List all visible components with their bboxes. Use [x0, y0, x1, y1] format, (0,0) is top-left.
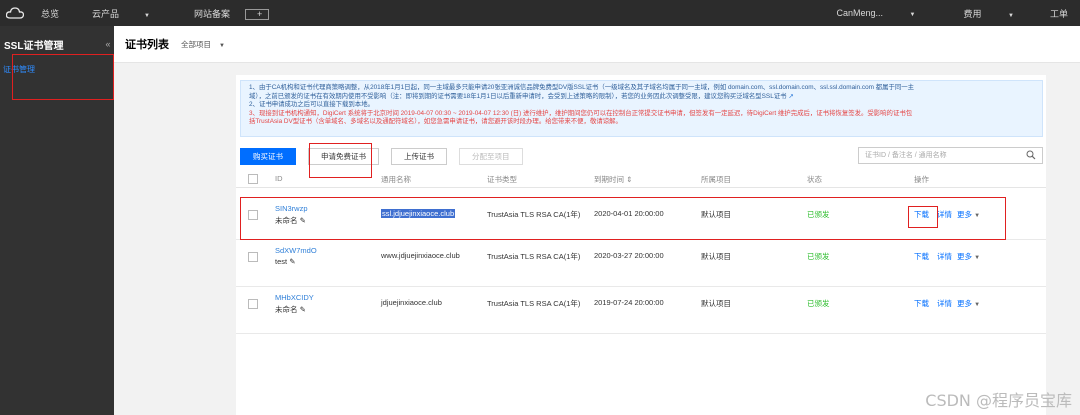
sort-icon: ⇕	[626, 175, 633, 184]
chevron-down-icon: ▼	[1008, 12, 1014, 19]
col-actions: 操作	[914, 175, 929, 184]
col-domain: 通用名称	[381, 175, 411, 184]
more-label: 更多	[957, 299, 972, 308]
row-checkbox[interactable]	[248, 252, 258, 262]
download-button[interactable]: 下载	[914, 251, 929, 262]
cert-id-link[interactable]: MHbXCIDY	[275, 293, 314, 302]
col-expire-label: 到期时间	[594, 175, 624, 184]
cert-type: TrustAsia TLS RSA CA(1年)	[487, 252, 581, 261]
notice-line-1: 1、由于CA机构和证书代理商策略调整，从2018年1月1日起，同一主域最多只能申…	[249, 84, 915, 91]
plus-icon[interactable]: +	[245, 8, 269, 20]
cert-note-text: test	[275, 257, 288, 266]
edit-icon[interactable]: ✎	[289, 257, 295, 266]
highlight-box-sidebar	[12, 54, 114, 100]
page-title: 证书列表	[125, 39, 169, 51]
col-id: ID	[275, 174, 283, 183]
buy-cert-button[interactable]: 购买证书	[240, 147, 296, 165]
billing-label: 费用	[963, 8, 982, 19]
notice-line-5: 括TrustAsia DV型证书（含单域名、多域名以及通配符域名），如您急需申请…	[249, 118, 622, 126]
cert-expire: 2020-03-27 20:00:00	[594, 251, 664, 260]
top-bar: 总览 云产品 ▼ 网站备案 + CanMeng... ▼ 费用 ▼ 工单	[0, 0, 1080, 26]
chevron-down-icon: ▼	[974, 255, 981, 261]
notice-line-2-text: 域），之前已颁发的证书在有效期内使用不受影响（注：即将到期的证书需要18年1月1…	[249, 92, 787, 100]
detail-button[interactable]: 详情	[937, 251, 952, 262]
col-expire[interactable]: 到期时间 ⇕	[594, 174, 632, 185]
highlight-box-download	[908, 206, 938, 228]
highlight-box-row	[240, 197, 1006, 240]
col-status: 状态	[807, 175, 822, 184]
status-badge: 已颁发	[807, 252, 830, 261]
more-label: 更多	[957, 252, 972, 261]
table-row: SdXW7mdO test ✎ www.jdjuejinxiaoce.club …	[236, 240, 1046, 287]
nav-icp-label: 网站备案	[193, 8, 230, 19]
select-all-checkbox[interactable]	[248, 174, 258, 184]
cert-project: 默认项目	[701, 299, 731, 308]
chevron-down-icon: ▼	[909, 12, 916, 18]
cert-panel: 1、由于CA机构和证书代理商策略调整，从2018年1月1日起，同一主域最多只能申…	[236, 75, 1046, 415]
search-input[interactable]: 证书ID / 备注名 / 通用名称	[858, 147, 1043, 164]
cert-expire: 2019-07-24 20:00:00	[594, 298, 664, 307]
chevron-down-icon: ▼	[144, 12, 150, 19]
cert-note[interactable]: test ✎	[275, 257, 295, 266]
download-button[interactable]: 下载	[914, 298, 929, 309]
external-link-icon[interactable]: ↗	[787, 93, 793, 100]
cert-note[interactable]: 未命名 ✎	[275, 304, 306, 315]
notice-box: 1、由于CA机构和证书代理商策略调整，从2018年1月1日起，同一主域最多只能申…	[240, 80, 1043, 137]
edit-icon[interactable]: ✎	[300, 305, 306, 314]
collapse-icon[interactable]: «	[102, 34, 114, 54]
project-select-label: 全部项目	[181, 39, 211, 49]
notice-line-2: 域），之前已颁发的证书在有效期内使用不受影响（注：即将到期的证书需要18年1月1…	[249, 93, 1034, 102]
status-badge: 已颁发	[807, 299, 830, 308]
cert-domain: www.jdjuejinxiaoce.club	[381, 251, 460, 260]
col-type: 证书类型	[487, 175, 517, 184]
nav-overview[interactable]: 总览	[30, 7, 70, 20]
nav-products[interactable]: 云产品 ▼	[70, 7, 172, 20]
search-icon[interactable]	[1026, 150, 1036, 166]
chevron-down-icon: ▼	[974, 302, 981, 308]
upload-cert-button[interactable]: 上传证书	[391, 147, 447, 165]
highlight-box-apply-free	[309, 143, 372, 178]
cert-domain: jdjuejinxiaoce.club	[381, 298, 442, 307]
more-menu[interactable]: 更多 ▼	[957, 298, 980, 309]
cloud-logo-icon[interactable]	[0, 0, 30, 26]
search-placeholder: 证书ID / 备注名 / 通用名称	[865, 152, 947, 159]
nav-icp[interactable]: 网站备案 +	[172, 7, 280, 20]
cert-id-link[interactable]: SdXW7mdO	[275, 246, 317, 255]
cert-note-text: 未命名	[275, 305, 298, 314]
nav-products-label: 云产品	[92, 8, 120, 19]
table-row: MHbXCIDY 未命名 ✎ jdjuejinxiaoce.club Trust…	[236, 287, 1046, 334]
chevron-down-icon: ▼	[219, 42, 225, 49]
page-header: 证书列表 全部项目 ▼	[114, 26, 1080, 63]
ticket-menu[interactable]: 工单	[1038, 7, 1080, 20]
cert-type: TrustAsia TLS RSA CA(1年)	[487, 299, 581, 308]
account-menu[interactable]: CanMeng... ▼	[813, 8, 940, 18]
more-menu[interactable]: 更多 ▼	[957, 251, 980, 262]
toolbar: 购买证书 申请免费证书 上传证书 分配至项目	[240, 147, 535, 165]
row-checkbox[interactable]	[248, 299, 258, 309]
col-project: 所属项目	[701, 175, 731, 184]
detail-button[interactable]: 详情	[937, 298, 952, 309]
billing-menu[interactable]: 费用 ▼	[940, 7, 1038, 20]
cert-project: 默认项目	[701, 252, 731, 261]
watermark: CSDN @程序员宝库	[925, 391, 1072, 410]
assign-project-button[interactable]: 分配至项目	[459, 147, 523, 165]
notice-line-3: 2、证书申请成功之后可以直接下载到本地。	[249, 101, 374, 109]
account-name: CanMeng...	[836, 8, 884, 18]
project-select[interactable]: 全部项目 ▼	[181, 39, 225, 50]
